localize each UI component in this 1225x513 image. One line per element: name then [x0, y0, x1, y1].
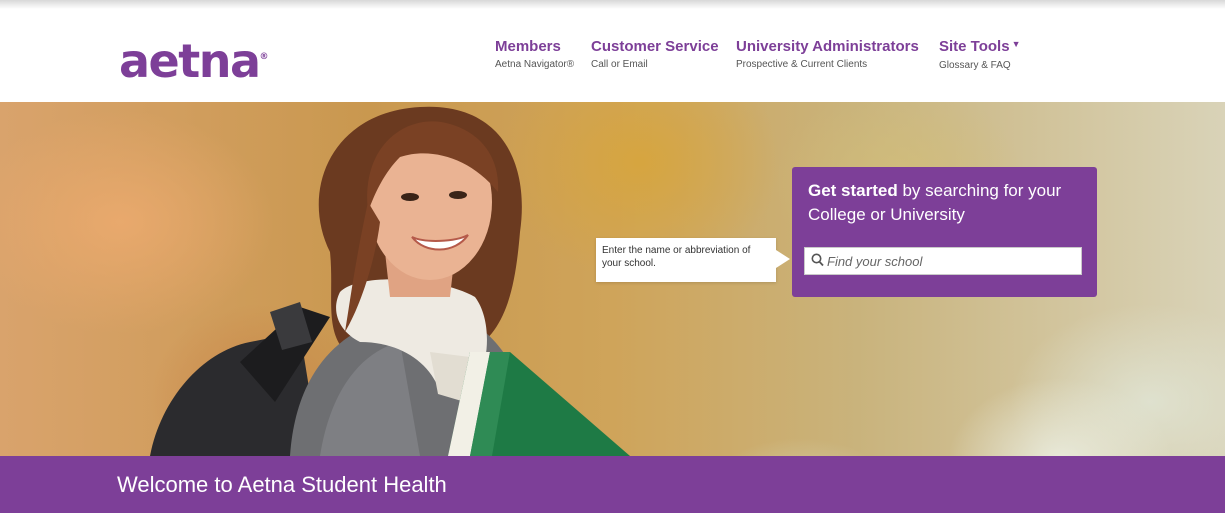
- search-icon: [811, 253, 824, 267]
- search-tooltip-text: Enter the name or abbreviation of your s…: [602, 245, 751, 269]
- welcome-bar: Welcome to Aetna Student Health: [0, 456, 1225, 513]
- student-photo: [150, 106, 630, 456]
- nav-university-administrators-subtitle: Prospective & Current Clients: [736, 59, 868, 70]
- welcome-text: Welcome to Aetna Student Health: [117, 472, 447, 497]
- aetna-logo[interactable]: aetna®: [119, 33, 269, 89]
- nav-members[interactable]: Members Aetna Navigator®: [495, 38, 574, 78]
- nav-customer-service-subtitle: Call or Email: [591, 59, 648, 70]
- nav-university-administrators-title[interactable]: University Administrators: [736, 38, 919, 56]
- school-search-field[interactable]: [804, 247, 1082, 275]
- school-search-input[interactable]: [827, 250, 1073, 272]
- nav-university-administrators[interactable]: University Administrators Prospective & …: [736, 38, 919, 78]
- nav-site-tools-title[interactable]: Site Tools: [939, 38, 1010, 55]
- site-header: aetna® Members Aetna Navigator® Customer…: [0, 9, 1225, 102]
- nav-customer-service[interactable]: Customer Service Call or Email: [591, 38, 719, 78]
- nav-site-tools-title-row[interactable]: Site Tools ▼: [939, 38, 1020, 57]
- top-shadow-line: [0, 0, 1225, 9]
- search-headline: Get started by searching for your Colleg…: [808, 179, 1088, 227]
- school-search-panel: Get started by searching for your Colleg…: [792, 167, 1097, 297]
- nav-members-title[interactable]: Members: [495, 38, 574, 56]
- nav-members-subtitle: Aetna Navigator®: [495, 59, 575, 70]
- search-headline-bold: Get started: [808, 181, 898, 200]
- nav-site-tools-subtitle: Glossary & FAQ: [939, 60, 1011, 71]
- nav-customer-service-title[interactable]: Customer Service: [591, 38, 719, 56]
- caret-down-icon[interactable]: ▼: [1012, 39, 1021, 49]
- hero-banner: Enter the name or abbreviation of your s…: [0, 102, 1225, 456]
- search-tooltip: Enter the name or abbreviation of your s…: [596, 238, 790, 282]
- nav-site-tools[interactable]: Site Tools ▼ Glossary & FAQ: [939, 38, 1020, 78]
